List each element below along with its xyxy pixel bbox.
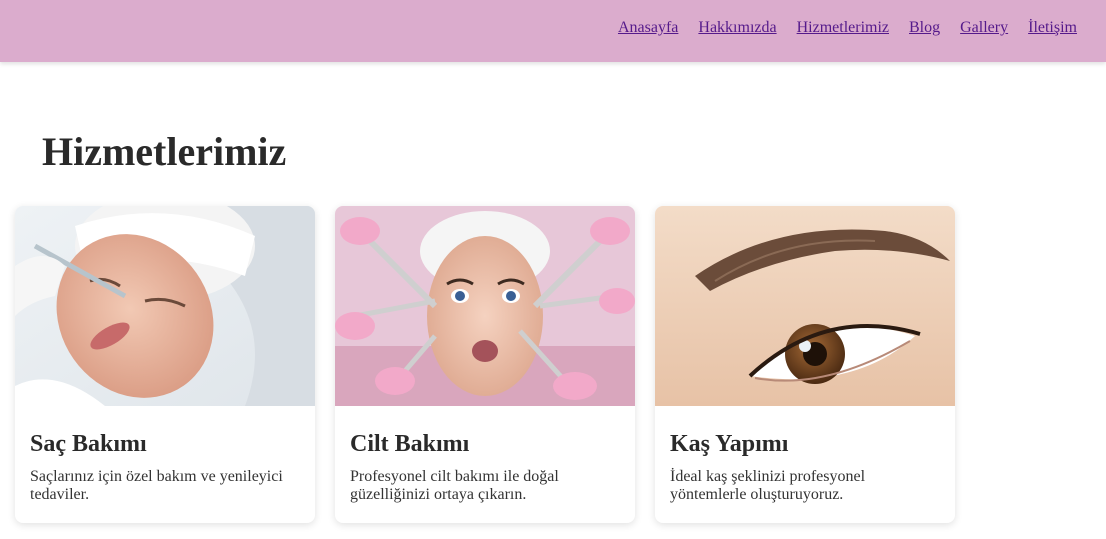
nav-link-iletisim[interactable]: İletişim (1028, 19, 1077, 36)
service-card-sac-bakimi[interactable]: Saç Bakımı Saçlarınız için özel bakım ve… (15, 206, 315, 523)
service-card-cilt-bakimi[interactable]: Cilt Bakımı Profesyonel cilt bakımı ile … (335, 206, 635, 523)
card-description: Saçlarınız için özel bakım ve yenileyici… (30, 468, 283, 503)
services-card-list: Saç Bakımı Saçlarınız için özel bakım ve… (15, 206, 955, 523)
main-nav: Anasayfa Hakkımızda Hizmetlerimiz Blog G… (618, 18, 1077, 38)
nav-link-hizmetlerimiz[interactable]: Hizmetlerimiz (797, 19, 889, 36)
nav-link-gallery[interactable]: Gallery (960, 19, 1008, 36)
card-body: Saç Bakımı Saçlarınız için özel bakım ve… (15, 430, 315, 504)
service-card-kas-yapimi[interactable]: Kaş Yapımı İdeal kaş şeklinizi profesyon… (655, 206, 955, 523)
eyebrow-closeup-photo (655, 206, 955, 406)
card-description: İdeal kaş şeklinizi profesyonel yöntemle… (670, 468, 866, 503)
facial-skin-treatment-photo (335, 206, 635, 406)
card-title: Cilt Bakımı (350, 431, 470, 457)
card-body: Kaş Yapımı İdeal kaş şeklinizi profesyon… (655, 430, 955, 504)
nav-item-iletisim: İletişim (1028, 18, 1077, 38)
card-description: Profesyonel cilt bakımı ile doğal güzell… (350, 468, 559, 503)
nav-item-blog: Blog (909, 18, 940, 38)
card-title: Saç Bakımı (30, 431, 147, 457)
services-title: Hizmetlerimiz (42, 129, 287, 174)
nav-link-blog[interactable]: Blog (909, 19, 940, 36)
nav-item-anasayfa: Anasayfa (618, 18, 678, 38)
nav-item-gallery: Gallery (960, 18, 1008, 38)
nav-item-hakkimizda: Hakkımızda (698, 18, 776, 38)
nav-link-hakkimizda[interactable]: Hakkımızda (698, 19, 776, 36)
site-header: Anasayfa Hakkımızda Hizmetlerimiz Blog G… (0, 0, 1106, 62)
card-title: Kaş Yapımı (670, 431, 789, 457)
nav-item-hizmetlerimiz: Hizmetlerimiz (797, 18, 889, 38)
face-injection-treatment-photo (15, 206, 315, 406)
nav-link-anasayfa[interactable]: Anasayfa (618, 19, 678, 36)
card-body: Cilt Bakımı Profesyonel cilt bakımı ile … (335, 430, 635, 504)
